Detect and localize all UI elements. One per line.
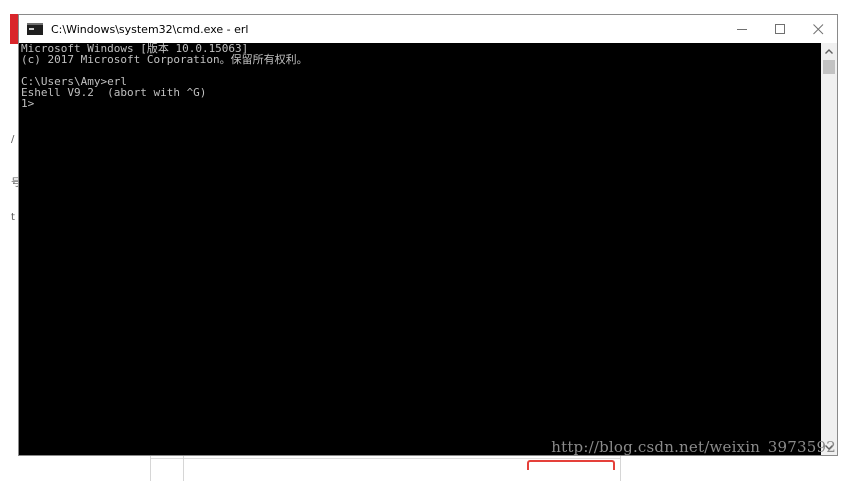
minimize-button[interactable] (723, 15, 761, 43)
console-output[interactable]: Microsoft Windows [版本 10.0.15063] (c) 20… (19, 43, 821, 455)
console-line: (c) 2017 Microsoft Corporation。保留所有权利。 (21, 53, 308, 66)
cmd-window[interactable]: C:\Windows\system32\cmd.exe - erl Micros… (18, 14, 838, 456)
console-line: Eshell V9.2 (abort with ^G) (21, 86, 207, 99)
background-text-fragment: / (11, 134, 15, 145)
background-red-button[interactable] (527, 460, 615, 470)
minimize-icon (736, 28, 747, 30)
chevron-up-icon (825, 48, 833, 54)
close-button[interactable] (799, 15, 837, 43)
background-divider (150, 458, 620, 459)
window-controls (723, 15, 837, 43)
console-prompt[interactable]: 1> (19, 98, 821, 109)
title-bar[interactable]: C:\Windows\system32\cmd.exe - erl (19, 15, 837, 43)
scroll-thumb[interactable] (823, 60, 835, 74)
background-divider (620, 455, 621, 481)
background-divider (183, 455, 184, 481)
desktop-screen: / 号 t C:\Windows\system32\cmd.exe - erl (0, 0, 856, 481)
maximize-button[interactable] (761, 15, 799, 43)
console-app-icon[interactable] (27, 23, 43, 35)
scroll-up-button[interactable] (821, 43, 837, 59)
maximize-icon (774, 23, 785, 34)
background-text-fragment: t (11, 212, 15, 223)
window-title: C:\Windows\system32\cmd.exe - erl (51, 22, 249, 36)
background-divider (150, 455, 151, 481)
close-icon (812, 23, 823, 34)
vertical-scrollbar[interactable] (821, 43, 837, 455)
watermark-url: http://blog.csdn.net/weixin_3973592 (551, 438, 836, 456)
